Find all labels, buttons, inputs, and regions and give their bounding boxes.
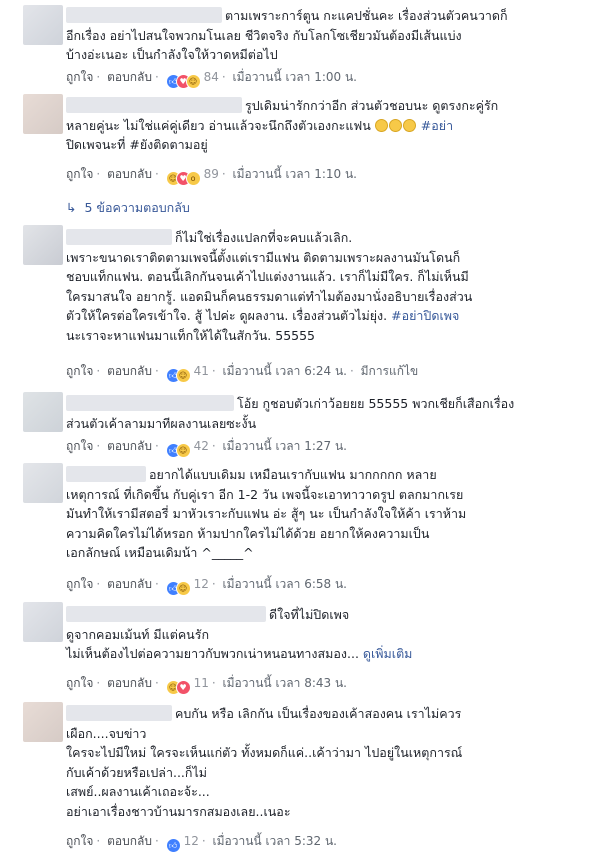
avatar[interactable] (23, 5, 63, 45)
like-link[interactable]: ถูกใจ (66, 834, 93, 848)
comment-4: โอ้ย กูชอบตัวเก่าว้อยยย 55555 พวกเชียก็เ… (0, 388, 600, 458)
comment-text: คบกัน หรือ เลิกกัน เป็นเรื่องของเค้าสองค… (66, 705, 463, 819)
laughing-emoji-icon (388, 118, 402, 132)
surprised-face-icon: o (185, 171, 201, 186)
like-link[interactable]: ถูกใจ (66, 70, 93, 84)
reply-link[interactable]: ตอบกลับ (107, 439, 152, 453)
avatar[interactable] (23, 225, 63, 265)
reaction-summary[interactable]: 👍︎ ☺ (165, 365, 191, 383)
reaction-count: 42 (193, 439, 209, 453)
reply-link[interactable]: ตอบกลับ (107, 834, 152, 848)
laughing-face-icon: ☺ (175, 581, 191, 596)
hashtag-link[interactable]: #อย่าปิดเพจ (391, 308, 459, 323)
reaction-summary[interactable]: 👍︎ ☺ (165, 578, 191, 596)
timestamp[interactable]: เมื่อวานนี้ เวลา 1:10 น. (233, 167, 357, 181)
comment-5: อยากได้แบบเดิมม เหมือนเรากับแฟน มากกกกก … (0, 460, 600, 600)
reply-link[interactable]: ตอบกลับ (107, 364, 152, 378)
comment-6: ดีใจที่ไม่ปิดเพจ ดูจากคอมเม้นท์ มีแต่คนร… (0, 600, 600, 695)
like-link[interactable]: ถูกใจ (66, 439, 93, 453)
commenter-name-redacted[interactable] (66, 97, 242, 113)
laughing-emoji-icon (402, 118, 416, 132)
comment-actions: ถูกใจ · ตอบกลับ · 👍︎ 12 · เมื่อวานนี้ เวลา 5… (66, 832, 337, 853)
reaction-summary[interactable]: ☺ ♥ o (165, 168, 201, 186)
commenter-name-redacted[interactable] (66, 229, 172, 245)
timestamp[interactable]: เมื่อวานนี้ เวลา 1:00 น. (233, 70, 357, 84)
comment-3: ก็ไม่ใช่เรื่องแปลกที่จะคบแล้วเลิก. เพราะ… (0, 222, 600, 384)
see-more-link[interactable]: ดูเพิ่มเติม (363, 646, 413, 661)
timestamp[interactable]: เมื่อวานนี้ เวลา 8:43 น. (223, 676, 347, 690)
timestamp[interactable]: เมื่อวานนี้ เวลา 5:32 น. (213, 834, 337, 848)
reaction-count: 41 (193, 364, 209, 378)
comment-text: รูปเดิมน่ารักกว่าอีก ส่วนตัวชอบนะ ดูตรงก… (66, 97, 499, 152)
thumbs-up-icon: 👍︎ (165, 838, 181, 853)
comment-text: อยากได้แบบเดิมม เหมือนเรากับแฟน มากกกกก … (66, 466, 467, 560)
laughing-face-icon: ☺ (175, 443, 191, 458)
reply-link[interactable]: ตอบกลับ (107, 676, 152, 690)
avatar[interactable] (23, 602, 63, 642)
reaction-summary[interactable]: 👍︎ ☺ (165, 440, 191, 458)
comment-text: ดีใจที่ไม่ปิดเพจ ดูจากคอมเม้นท์ มีแต่คนร… (66, 606, 413, 661)
comment-actions: ถูกใจ · ตอบกลับ · ☺ ♥ o 89 · เมื่อวานนี้ เวลา … (66, 165, 357, 186)
hashtag-link[interactable]: #อย่า (421, 118, 453, 133)
reply-link[interactable]: ตอบกลับ (107, 167, 152, 181)
like-link[interactable]: ถูกใจ (66, 167, 93, 181)
laughing-emoji-icon (374, 118, 388, 132)
reply-arrow-icon: ↳ (66, 200, 77, 215)
view-replies-link[interactable]: ↳ 5 ข้อความตอบกลับ (66, 198, 190, 218)
comment-text: ตามเพราะการ์ตูน กะแคปชั่นคะ เรื่องส่วนตั… (66, 7, 508, 62)
reply-link[interactable]: ตอบกลับ (107, 577, 152, 591)
reaction-count: 12 (193, 577, 209, 591)
avatar[interactable] (23, 392, 63, 432)
reply-link[interactable]: ตอบกลับ (107, 70, 152, 84)
comment-7: คบกัน หรือ เลิกกัน เป็นเรื่องของเค้าสองค… (0, 698, 600, 854)
like-link[interactable]: ถูกใจ (66, 364, 93, 378)
commenter-name-redacted[interactable] (66, 466, 146, 482)
reaction-count: 12 (183, 834, 199, 848)
laughing-face-icon: ☺ (175, 368, 191, 383)
commenter-name-redacted[interactable] (66, 606, 266, 622)
reaction-summary[interactable]: 👍︎ ♥ ☺ (165, 71, 201, 89)
avatar[interactable] (23, 94, 63, 134)
timestamp[interactable]: เมื่อวานนี้ เวลา 6:24 น. (223, 364, 347, 378)
laughing-face-icon: ☺ (185, 74, 201, 89)
commenter-name-redacted[interactable] (66, 395, 234, 411)
reaction-summary[interactable]: 👍︎ (165, 835, 181, 853)
comment-actions: ถูกใจ · ตอบกลับ · 👍︎ ♥ ☺ 84 · เมื่อวานนี้ เวลา… (66, 68, 357, 89)
comment-actions: ถูกใจ · ตอบกลับ · 👍︎ ☺ 41 · เมื่อวานนี้ เวลา … (66, 362, 419, 383)
comment-1: ตามเพราะการ์ตูน กะแคปชั่นคะ เรื่องส่วนตั… (0, 0, 600, 90)
avatar[interactable] (23, 463, 63, 503)
reaction-count: 89 (203, 167, 219, 181)
comment-2: รูปเดิมน่ารักกว่าอีก ส่วนตัวชอบนะ ดูตรงก… (0, 90, 600, 220)
comment-actions: ถูกใจ · ตอบกลับ · ☺ ♥ 11 · เมื่อวานนี้ เวลา 8… (66, 674, 347, 695)
comment-actions: ถูกใจ · ตอบกลับ · 👍︎ ☺ 12 · เมื่อวานนี้ เวลา … (66, 575, 347, 596)
like-link[interactable]: ถูกใจ (66, 577, 93, 591)
commenter-name-redacted[interactable] (66, 7, 222, 23)
timestamp[interactable]: เมื่อวานนี้ เวลา 6:58 น. (223, 577, 347, 591)
like-link[interactable]: ถูกใจ (66, 676, 93, 690)
commenter-name-redacted[interactable] (66, 705, 172, 721)
comment-actions: ถูกใจ · ตอบกลับ · 👍︎ ☺ 42 · เมื่อวานนี้ เวลา … (66, 437, 347, 458)
edited-label[interactable]: มีการแก้ไข (361, 364, 419, 378)
reaction-count: 84 (203, 70, 219, 84)
comment-text: โอ้ย กูชอบตัวเก่าว้อยยย 55555 พวกเชียก็เ… (66, 395, 515, 431)
timestamp[interactable]: เมื่อวานนี้ เวลา 1:27 น. (223, 439, 347, 453)
reaction-count: 11 (193, 676, 209, 690)
heart-icon: ♥ (175, 680, 191, 695)
comment-text: ก็ไม่ใช่เรื่องแปลกที่จะคบแล้วเลิก. เพราะ… (66, 229, 473, 343)
avatar[interactable] (23, 702, 63, 742)
reaction-summary[interactable]: ☺ ♥ (165, 677, 191, 695)
